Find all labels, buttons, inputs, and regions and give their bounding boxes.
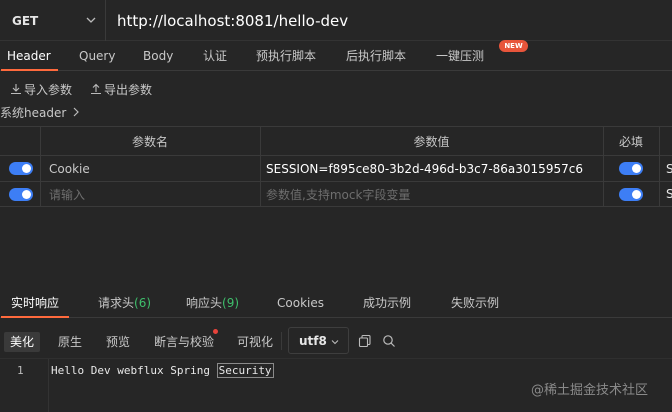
column-header-value: 参数值	[413, 134, 450, 149]
request-tabs: Header Query Body 认证 预执行脚本 后执行脚本 一键压测	[0, 41, 672, 71]
method-label: GET	[12, 13, 39, 28]
url-bar: GET http://localhost:8081/hello-dev	[0, 0, 672, 41]
encoding-select[interactable]: utf8	[288, 327, 349, 354]
export-label: 导出参数	[104, 82, 153, 97]
column-header-name: 参数名	[131, 134, 168, 149]
copy-icon[interactable]	[358, 334, 372, 348]
new-badge: NEW	[499, 40, 528, 52]
tab-cookies[interactable]: Cookies	[277, 291, 324, 318]
format-beautify-button[interactable]: 美化	[4, 332, 40, 352]
tab-post-script[interactable]: 后执行脚本	[346, 41, 406, 71]
column-header-required: 必填	[618, 134, 643, 149]
param-name-field[interactable]: Cookie	[49, 156, 90, 181]
tab-label: 响应头	[186, 296, 223, 310]
tab-body[interactable]: Body	[143, 41, 173, 71]
tab-header[interactable]: Header	[1, 41, 58, 71]
import-params-button[interactable]: 导入参数	[10, 79, 72, 99]
row-extra-text: S	[666, 187, 672, 201]
notification-dot	[213, 329, 218, 334]
tab-fail-example[interactable]: 失败示例	[451, 291, 499, 318]
url-input[interactable]: http://localhost:8081/hello-dev	[117, 0, 348, 41]
table-row: Cookie SESSION=f895ce80-3b2d-496d-b3c7-8…	[0, 156, 672, 182]
table-header-row: 参数名 参数值 必填	[0, 126, 672, 156]
selected-text: Security	[216, 363, 274, 378]
request-headers-count: (6)	[134, 296, 152, 310]
row-enable-toggle[interactable]	[9, 188, 33, 201]
download-icon	[11, 84, 21, 95]
assertion-button[interactable]: 断言与校验	[154, 332, 214, 352]
chevron-down-icon	[86, 17, 96, 23]
method-select[interactable]: GET	[0, 0, 106, 41]
row-enable-toggle[interactable]	[9, 162, 33, 175]
tab-success-example[interactable]: 成功示例	[363, 291, 411, 318]
tab-request-headers[interactable]: 请求头(6)	[98, 291, 151, 318]
import-label: 导入参数	[24, 82, 73, 97]
line-gutter: 1	[0, 359, 49, 412]
watermark: @稀土掘金技术社区	[531, 383, 649, 398]
row-extra-text: S	[666, 161, 672, 176]
table-row: 请输入 参数值,支持mock字段变量 S	[0, 182, 672, 207]
param-value-input[interactable]: 参数值,支持mock字段变量	[266, 182, 410, 206]
visualize-button[interactable]: 可视化	[237, 332, 273, 352]
line-number: 1	[17, 364, 24, 377]
toolbar-divider	[281, 332, 282, 350]
tab-live-response[interactable]: 实时响应	[0, 291, 70, 318]
chevron-down-icon	[331, 340, 339, 345]
param-value-field[interactable]: SESSION=f895ce80-3b2d-496d-b3c7-86a30159…	[266, 156, 583, 181]
system-header-toggle[interactable]: 系统header	[0, 102, 82, 122]
tab-label: 请求头	[98, 296, 135, 310]
response-headers-count: (9)	[222, 296, 240, 310]
export-params-button[interactable]: 导出参数	[90, 79, 152, 99]
tab-auth[interactable]: 认证	[203, 41, 227, 71]
required-toggle[interactable]	[619, 162, 643, 175]
search-icon[interactable]	[382, 334, 396, 348]
format-preview-button[interactable]: 预览	[106, 332, 130, 352]
code-text: Hello Dev webflux Spring	[51, 364, 217, 377]
param-name-input[interactable]: 请输入	[49, 182, 85, 206]
tab-load-test[interactable]: 一键压测	[436, 41, 484, 71]
system-header-label: 系统header	[0, 105, 67, 120]
chevron-right-icon	[73, 107, 80, 117]
required-toggle[interactable]	[619, 188, 643, 201]
tab-query[interactable]: Query	[79, 41, 115, 71]
encoding-value: utf8	[299, 333, 327, 348]
tab-pre-script[interactable]: 预执行脚本	[256, 41, 316, 71]
format-raw-button[interactable]: 原生	[58, 332, 82, 352]
tab-response-headers[interactable]: 响应头(9)	[186, 291, 239, 318]
response-tabs: 实时响应 请求头(6) 响应头(9) Cookies 成功示例 失败示例	[0, 291, 672, 318]
upload-icon	[91, 83, 101, 95]
response-body[interactable]: Hello Dev webflux Spring Security	[51, 363, 274, 378]
